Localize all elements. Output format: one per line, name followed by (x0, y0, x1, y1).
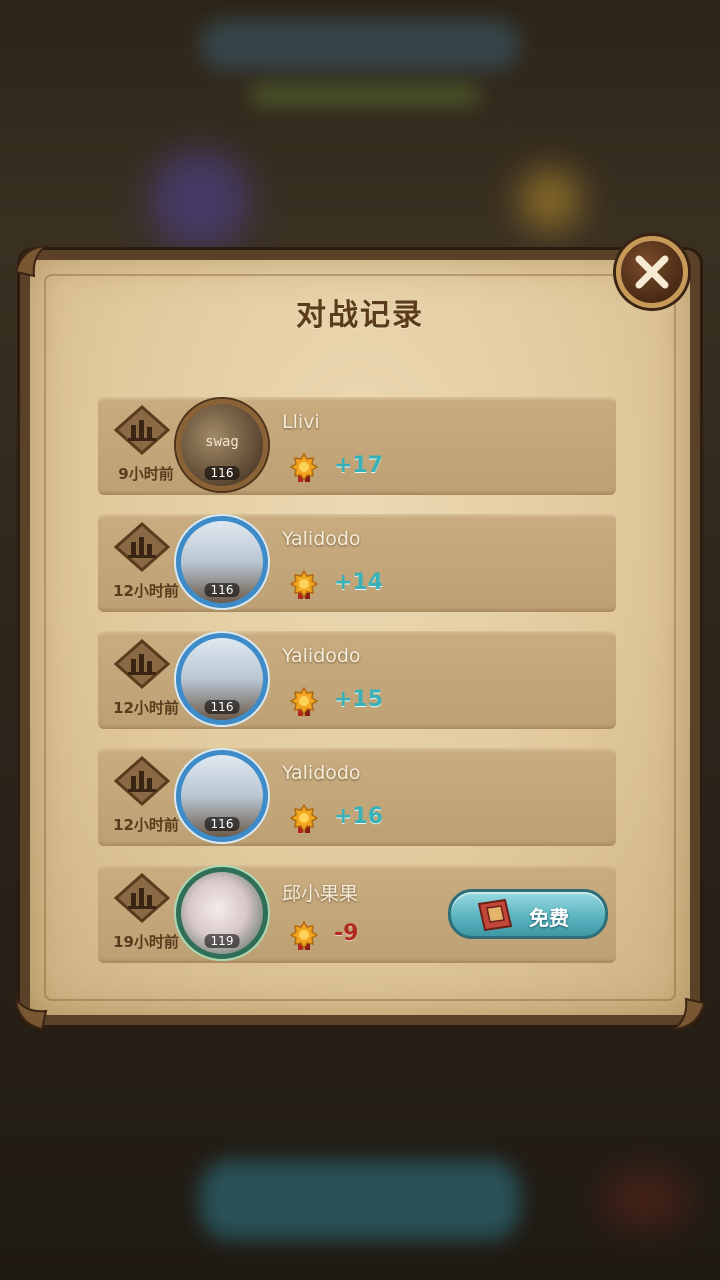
free-revenge-button[interactable]: 免费 (448, 889, 608, 939)
corner-ornament-icon (670, 997, 706, 1031)
record-time: 12小时前 (113, 816, 179, 834)
replay-button[interactable] (112, 872, 172, 924)
medal-icon (290, 921, 318, 950)
replay-button[interactable] (112, 638, 172, 690)
record-time: 9小时前 (118, 465, 174, 483)
opponent-name: 邱小果果 (282, 883, 359, 905)
replay-button[interactable] (112, 521, 172, 573)
replay-button[interactable] (112, 755, 172, 807)
close-button[interactable] (616, 236, 688, 308)
close-icon (635, 255, 669, 289)
replay-chart-icon (113, 404, 171, 456)
opponent-level: 116 (204, 817, 240, 831)
avatar-caption: swag (205, 434, 239, 450)
medal-icon (290, 570, 318, 599)
score-change: +16 (334, 804, 384, 829)
score-change: +14 (334, 570, 384, 595)
medal-icon (290, 453, 318, 482)
replay-chart-icon (113, 755, 171, 807)
opponent-name: Yalidodo (282, 645, 361, 667)
record-time: 12小时前 (113, 582, 179, 600)
replay-chart-icon (113, 872, 171, 924)
opponent-avatar[interactable]: 116 (176, 633, 268, 725)
record-time: 12小时前 (113, 699, 179, 717)
replay-chart-icon (113, 638, 171, 690)
record-time: 19小时前 (113, 933, 179, 951)
opponent-avatar[interactable]: 119 (176, 867, 268, 959)
battle-record-row: 19小时前 119 邱小果果 -9 免费 (98, 865, 616, 963)
opponent-avatar[interactable]: 116 (176, 750, 268, 842)
score-change: -9 (334, 921, 359, 946)
medal-icon (290, 687, 318, 716)
opponent-level: 119 (204, 934, 240, 948)
opponent-avatar[interactable]: swag 116 (176, 399, 268, 491)
dialog-title: 对战记录 (296, 298, 424, 333)
opponent-avatar[interactable]: 116 (176, 516, 268, 608)
opponent-level: 116 (204, 466, 240, 480)
score-change: +15 (334, 687, 384, 712)
corner-ornament-icon (14, 995, 48, 1031)
opponent-name: Yalidodo (282, 762, 361, 784)
medal-icon (290, 804, 318, 833)
free-button-label: 免费 (529, 906, 569, 930)
opponent-level: 116 (204, 700, 240, 714)
replay-button[interactable] (112, 404, 172, 456)
ticket-icon (477, 898, 513, 932)
opponent-name: Llivi (282, 411, 320, 433)
score-change: +17 (334, 453, 384, 478)
battle-record-row: 12小时前 116 Yalidodo +14 (98, 514, 616, 612)
battle-record-row: 12小时前 116 Yalidodo +15 (98, 631, 616, 729)
battle-record-row: 9小时前 swag 116 Llivi +17 (98, 397, 616, 495)
opponent-level: 116 (204, 583, 240, 597)
replay-chart-icon (113, 521, 171, 573)
opponent-name: Yalidodo (282, 528, 361, 550)
battle-record-row: 12小时前 116 Yalidodo +16 (98, 748, 616, 846)
